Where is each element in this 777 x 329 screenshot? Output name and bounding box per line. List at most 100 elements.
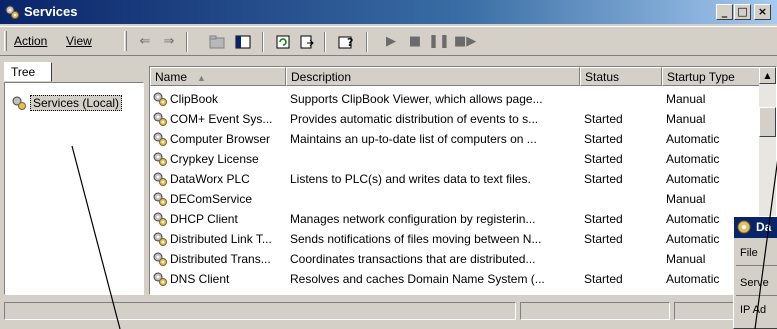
background-window-title-bar[interactable]: Da bbox=[734, 217, 777, 238]
status-field bbox=[520, 302, 670, 320]
toolbar-separator bbox=[186, 32, 188, 52]
divider bbox=[736, 265, 777, 266]
service-gear-icon bbox=[153, 112, 167, 126]
services-gear-icon bbox=[12, 96, 26, 110]
table-row[interactable]: Computer Browser Maintains an up-to-date … bbox=[150, 129, 760, 149]
background-window[interactable]: Da File Serve IP Ad bbox=[733, 216, 777, 329]
menu-view-label: View bbox=[66, 34, 92, 48]
cell-status: Started bbox=[584, 132, 623, 146]
cell-description: Sends notifications of files moving betw… bbox=[290, 232, 542, 246]
toolbar-grip[interactable] bbox=[4, 31, 7, 51]
service-gear-icon bbox=[153, 252, 167, 266]
help-icon[interactable]: ? bbox=[336, 32, 358, 52]
status-field bbox=[4, 302, 516, 320]
cell-name: DHCP Client bbox=[170, 212, 238, 226]
column-header-description[interactable]: Description bbox=[286, 67, 580, 86]
column-header-status[interactable]: Status bbox=[580, 67, 662, 86]
services-gear-icon bbox=[5, 5, 19, 19]
cell-startup: Manual bbox=[666, 112, 706, 126]
table-row[interactable]: DEComService Manual bbox=[150, 189, 760, 209]
table-row[interactable]: Distributed Trans... Coordinates transact… bbox=[150, 249, 760, 269]
window-title: Services bbox=[24, 4, 78, 19]
back-arrow-icon[interactable]: ⇐ bbox=[134, 32, 156, 52]
table-row[interactable]: Distributed Link T... Sends notifications… bbox=[150, 229, 760, 249]
svg-text:?: ? bbox=[347, 36, 353, 49]
service-gear-icon bbox=[153, 212, 167, 226]
cell-name: Distributed Link T... bbox=[170, 232, 272, 246]
cell-description: Supports ClipBook Viewer, which allows p… bbox=[290, 92, 543, 106]
scroll-up-icon[interactable]: ▲ bbox=[759, 67, 776, 84]
cell-status: Started bbox=[584, 152, 623, 166]
column-header-label: Description bbox=[291, 70, 352, 84]
services-window: Services _ □ × Action View ⇐ ⇒ ? ▶ ■ ❚❚ … bbox=[0, 0, 777, 329]
service-gear-icon bbox=[153, 92, 167, 106]
cell-startup: Automatic bbox=[666, 172, 720, 186]
cell-description: Listens to PLC(s) and writes data to tex… bbox=[290, 172, 531, 186]
column-header-label: Name bbox=[155, 70, 188, 84]
menu-toolbar: Action View ⇐ ⇒ ? ▶ ■ ❚❚ ■▶ bbox=[0, 26, 777, 56]
stop-service-icon[interactable]: ■ bbox=[404, 32, 426, 52]
cell-name: ClipBook bbox=[170, 92, 219, 106]
table-row[interactable]: DNS Client Resolves and caches Domain Nam… bbox=[150, 269, 760, 289]
cell-name: Distributed Trans... bbox=[170, 252, 271, 266]
up-folder-icon[interactable] bbox=[206, 32, 228, 52]
restart-service-icon[interactable]: ■▶ bbox=[454, 32, 476, 52]
cell-description: Maintains an up-to-date list of computer… bbox=[290, 132, 537, 146]
service-gear-icon bbox=[153, 192, 167, 206]
table-row[interactable]: Crypkey License Started Automatic bbox=[150, 149, 760, 169]
sort-ascending-icon: ▲ bbox=[197, 73, 206, 83]
menu-view[interactable]: View bbox=[66, 34, 92, 48]
menu-action[interactable]: Action bbox=[14, 34, 47, 48]
table-row[interactable]: ClipBook Supports ClipBook Viewer, which … bbox=[150, 89, 760, 109]
table-row[interactable]: DHCP Client Manages network configuration… bbox=[150, 209, 760, 229]
close-button[interactable]: × bbox=[754, 4, 771, 20]
start-service-icon[interactable]: ▶ bbox=[380, 32, 402, 52]
service-gear-icon bbox=[153, 172, 167, 186]
background-window-menu-file[interactable]: File bbox=[740, 247, 758, 259]
menu-action-label: Action bbox=[14, 34, 48, 48]
cell-startup: Manual bbox=[666, 192, 706, 206]
pause-service-icon[interactable]: ❚❚ bbox=[428, 32, 450, 52]
export-list-icon[interactable] bbox=[296, 32, 318, 52]
table-row[interactable]: DataWorx PLC Listens to PLC(s) and writes… bbox=[150, 169, 760, 189]
forward-arrow-icon[interactable]: ⇒ bbox=[158, 32, 180, 52]
toolbar-separator bbox=[366, 32, 368, 52]
tree-item-services-local[interactable]: Services (Local) bbox=[11, 95, 123, 111]
column-header-startup-type[interactable]: Startup Type bbox=[662, 67, 761, 86]
cell-status: Started bbox=[584, 272, 623, 286]
show-hide-tree-icon[interactable] bbox=[232, 32, 254, 52]
minimize-button[interactable]: _ bbox=[716, 4, 733, 20]
tab-tree-label: Tree bbox=[11, 65, 36, 79]
services-list: Name ▲ Description Status Startup Type Cl… bbox=[149, 66, 777, 295]
cell-name: Computer Browser bbox=[170, 132, 271, 146]
background-window-title: Da bbox=[756, 220, 772, 234]
tab-tree[interactable]: Tree bbox=[4, 62, 52, 82]
cell-description: Provides automatic distribution of event… bbox=[290, 112, 539, 126]
tree-pane: Services (Local) bbox=[4, 82, 144, 295]
cell-name: DNS Client bbox=[170, 272, 230, 286]
background-window-label: Serve bbox=[740, 277, 769, 289]
cell-description: Resolves and caches Domain Name System (… bbox=[290, 272, 545, 286]
cell-name: Crypkey License bbox=[170, 152, 259, 166]
cell-status: Started bbox=[584, 232, 623, 246]
cell-status: Started bbox=[584, 172, 623, 186]
background-window-label: IP Ad bbox=[740, 304, 767, 316]
title-bar[interactable]: Services _ □ × bbox=[0, 0, 777, 24]
toolbar-separator bbox=[324, 32, 326, 52]
table-row[interactable]: COM+ Event Sys... Provides automatic dist… bbox=[150, 109, 760, 129]
service-gear-icon bbox=[153, 272, 167, 286]
scrollbar-thumb[interactable] bbox=[759, 107, 776, 137]
column-header-label: Status bbox=[585, 70, 620, 84]
app-gear-icon bbox=[737, 220, 751, 234]
toolbar-separator bbox=[262, 32, 264, 52]
column-header-name[interactable]: Name ▲ bbox=[150, 67, 286, 86]
toolbar-grip[interactable] bbox=[124, 31, 127, 51]
cell-description: Manages network configuration by registe… bbox=[290, 212, 536, 226]
column-header-label: Startup Type bbox=[667, 70, 735, 84]
cell-status: Started bbox=[584, 112, 623, 126]
refresh-icon[interactable] bbox=[272, 32, 294, 52]
cell-startup: Automatic bbox=[666, 152, 720, 166]
service-gear-icon bbox=[153, 132, 167, 146]
cell-name: DEComService bbox=[170, 192, 253, 206]
maximize-button[interactable]: □ bbox=[734, 4, 751, 20]
